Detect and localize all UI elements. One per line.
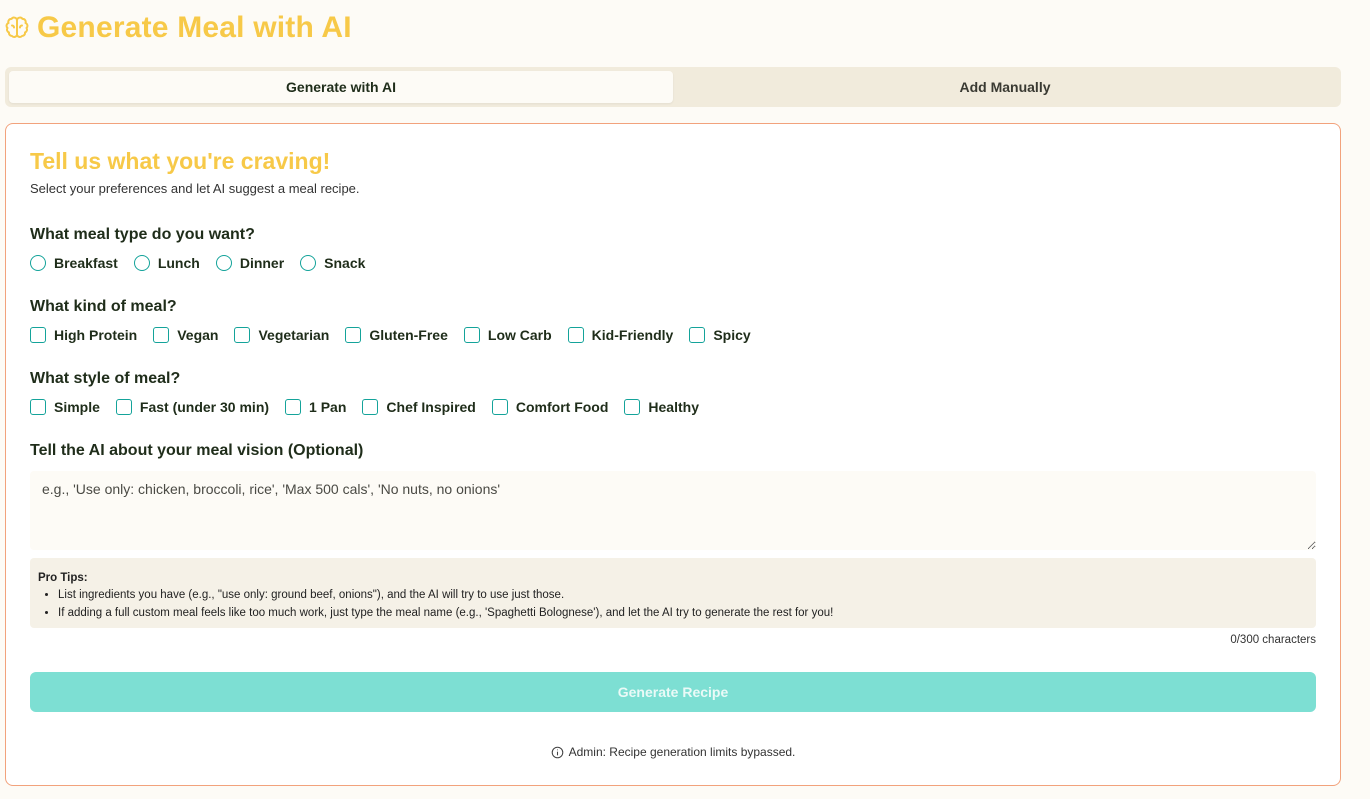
- meal-type-option-lunch[interactable]: Lunch: [133, 255, 200, 271]
- mode-tabs: Generate with AI Add Manually: [5, 67, 1341, 107]
- meal-kind-option-low-carb[interactable]: Low Carb: [463, 327, 552, 343]
- pro-tip-item: If adding a full custom meal feels like …: [58, 604, 1308, 622]
- meal-type-label: What meal type do you want?: [30, 226, 255, 243]
- generate-card: Tell us what you're craving! Select your…: [5, 123, 1341, 786]
- checkbox[interactable]: [491, 399, 508, 415]
- checkbox[interactable]: [362, 399, 379, 415]
- brain-icon: [5, 16, 29, 38]
- meal-kind-option-vegan[interactable]: Vegan: [153, 327, 218, 343]
- meal-vision-input[interactable]: [30, 471, 1316, 550]
- checkbox[interactable]: [345, 327, 362, 343]
- meal-type-option-breakfast[interactable]: Breakfast: [30, 255, 118, 271]
- card-title: Tell us what you're craving!: [30, 148, 331, 174]
- info-icon: [551, 746, 563, 758]
- meal-style-option-healthy[interactable]: Healthy: [624, 399, 699, 415]
- admin-note-text: Admin: Recipe generation limits bypassed…: [568, 745, 796, 759]
- meal-style-option-1-pan[interactable]: 1 Pan: [285, 399, 346, 415]
- meal-style-option-chef-inspired[interactable]: Chef Inspired: [362, 399, 476, 415]
- meal-style-option-comfort-food[interactable]: Comfort Food: [491, 399, 608, 415]
- meal-kind-option-spicy[interactable]: Spicy: [689, 327, 751, 343]
- admin-note: Admin: Recipe generation limits bypassed…: [6, 745, 1340, 759]
- pro-tips-list: List ingredients you have (e.g., "use on…: [38, 586, 1308, 622]
- meal-vision-label: Tell the AI about your meal vision (Opti…: [30, 442, 364, 459]
- meal-kind-options: High Protein Vegan Vegetarian Gluten-Fre…: [30, 325, 767, 345]
- tab-add-manually[interactable]: Add Manually: [673, 71, 1337, 103]
- meal-kind-label: What kind of meal?: [30, 298, 177, 315]
- checkbox[interactable]: [463, 327, 480, 343]
- radio-button[interactable]: [215, 255, 232, 271]
- meal-style-options: Simple Fast (under 30 min) 1 Pan Chef In…: [30, 397, 715, 417]
- meal-type-option-dinner[interactable]: Dinner: [215, 255, 284, 271]
- meal-style-label: What style of meal?: [30, 370, 181, 387]
- meal-kind-option-kid-friendly[interactable]: Kid-Friendly: [567, 327, 673, 343]
- checkbox[interactable]: [567, 327, 584, 343]
- page-title: Generate Meal with AI: [37, 11, 352, 44]
- page-header: Generate Meal with AI: [5, 8, 352, 48]
- meal-style-option-simple[interactable]: Simple: [30, 399, 100, 415]
- pro-tips-title: Pro Tips:: [38, 572, 88, 584]
- radio-button[interactable]: [133, 255, 150, 271]
- checkbox[interactable]: [115, 399, 132, 415]
- character-count: 0/300 characters: [1230, 634, 1316, 646]
- card-subtitle: Select your preferences and let AI sugge…: [30, 181, 360, 196]
- pro-tips: Pro Tips: List ingredients you have (e.g…: [30, 558, 1316, 628]
- radio-button[interactable]: [30, 255, 46, 271]
- meal-type-options: Breakfast Lunch Dinner Snack: [30, 253, 381, 273]
- meal-kind-option-gluten-free[interactable]: Gluten-Free: [345, 327, 448, 343]
- checkbox[interactable]: [153, 327, 170, 343]
- meal-type-option-snack[interactable]: Snack: [300, 255, 365, 271]
- checkbox[interactable]: [30, 399, 46, 415]
- checkbox[interactable]: [689, 327, 706, 343]
- meal-style-option-fast[interactable]: Fast (under 30 min): [115, 399, 269, 415]
- checkbox[interactable]: [234, 327, 251, 343]
- checkbox[interactable]: [30, 327, 46, 343]
- radio-button[interactable]: [300, 255, 317, 271]
- checkbox[interactable]: [285, 399, 302, 415]
- meal-kind-option-high-protein[interactable]: High Protein: [30, 327, 137, 343]
- generate-recipe-button[interactable]: Generate Recipe: [30, 672, 1316, 712]
- pro-tip-item: List ingredients you have (e.g., "use on…: [58, 586, 1308, 604]
- checkbox[interactable]: [624, 399, 641, 415]
- meal-kind-option-vegetarian[interactable]: Vegetarian: [234, 327, 329, 343]
- tab-generate-with-ai[interactable]: Generate with AI: [9, 71, 673, 103]
